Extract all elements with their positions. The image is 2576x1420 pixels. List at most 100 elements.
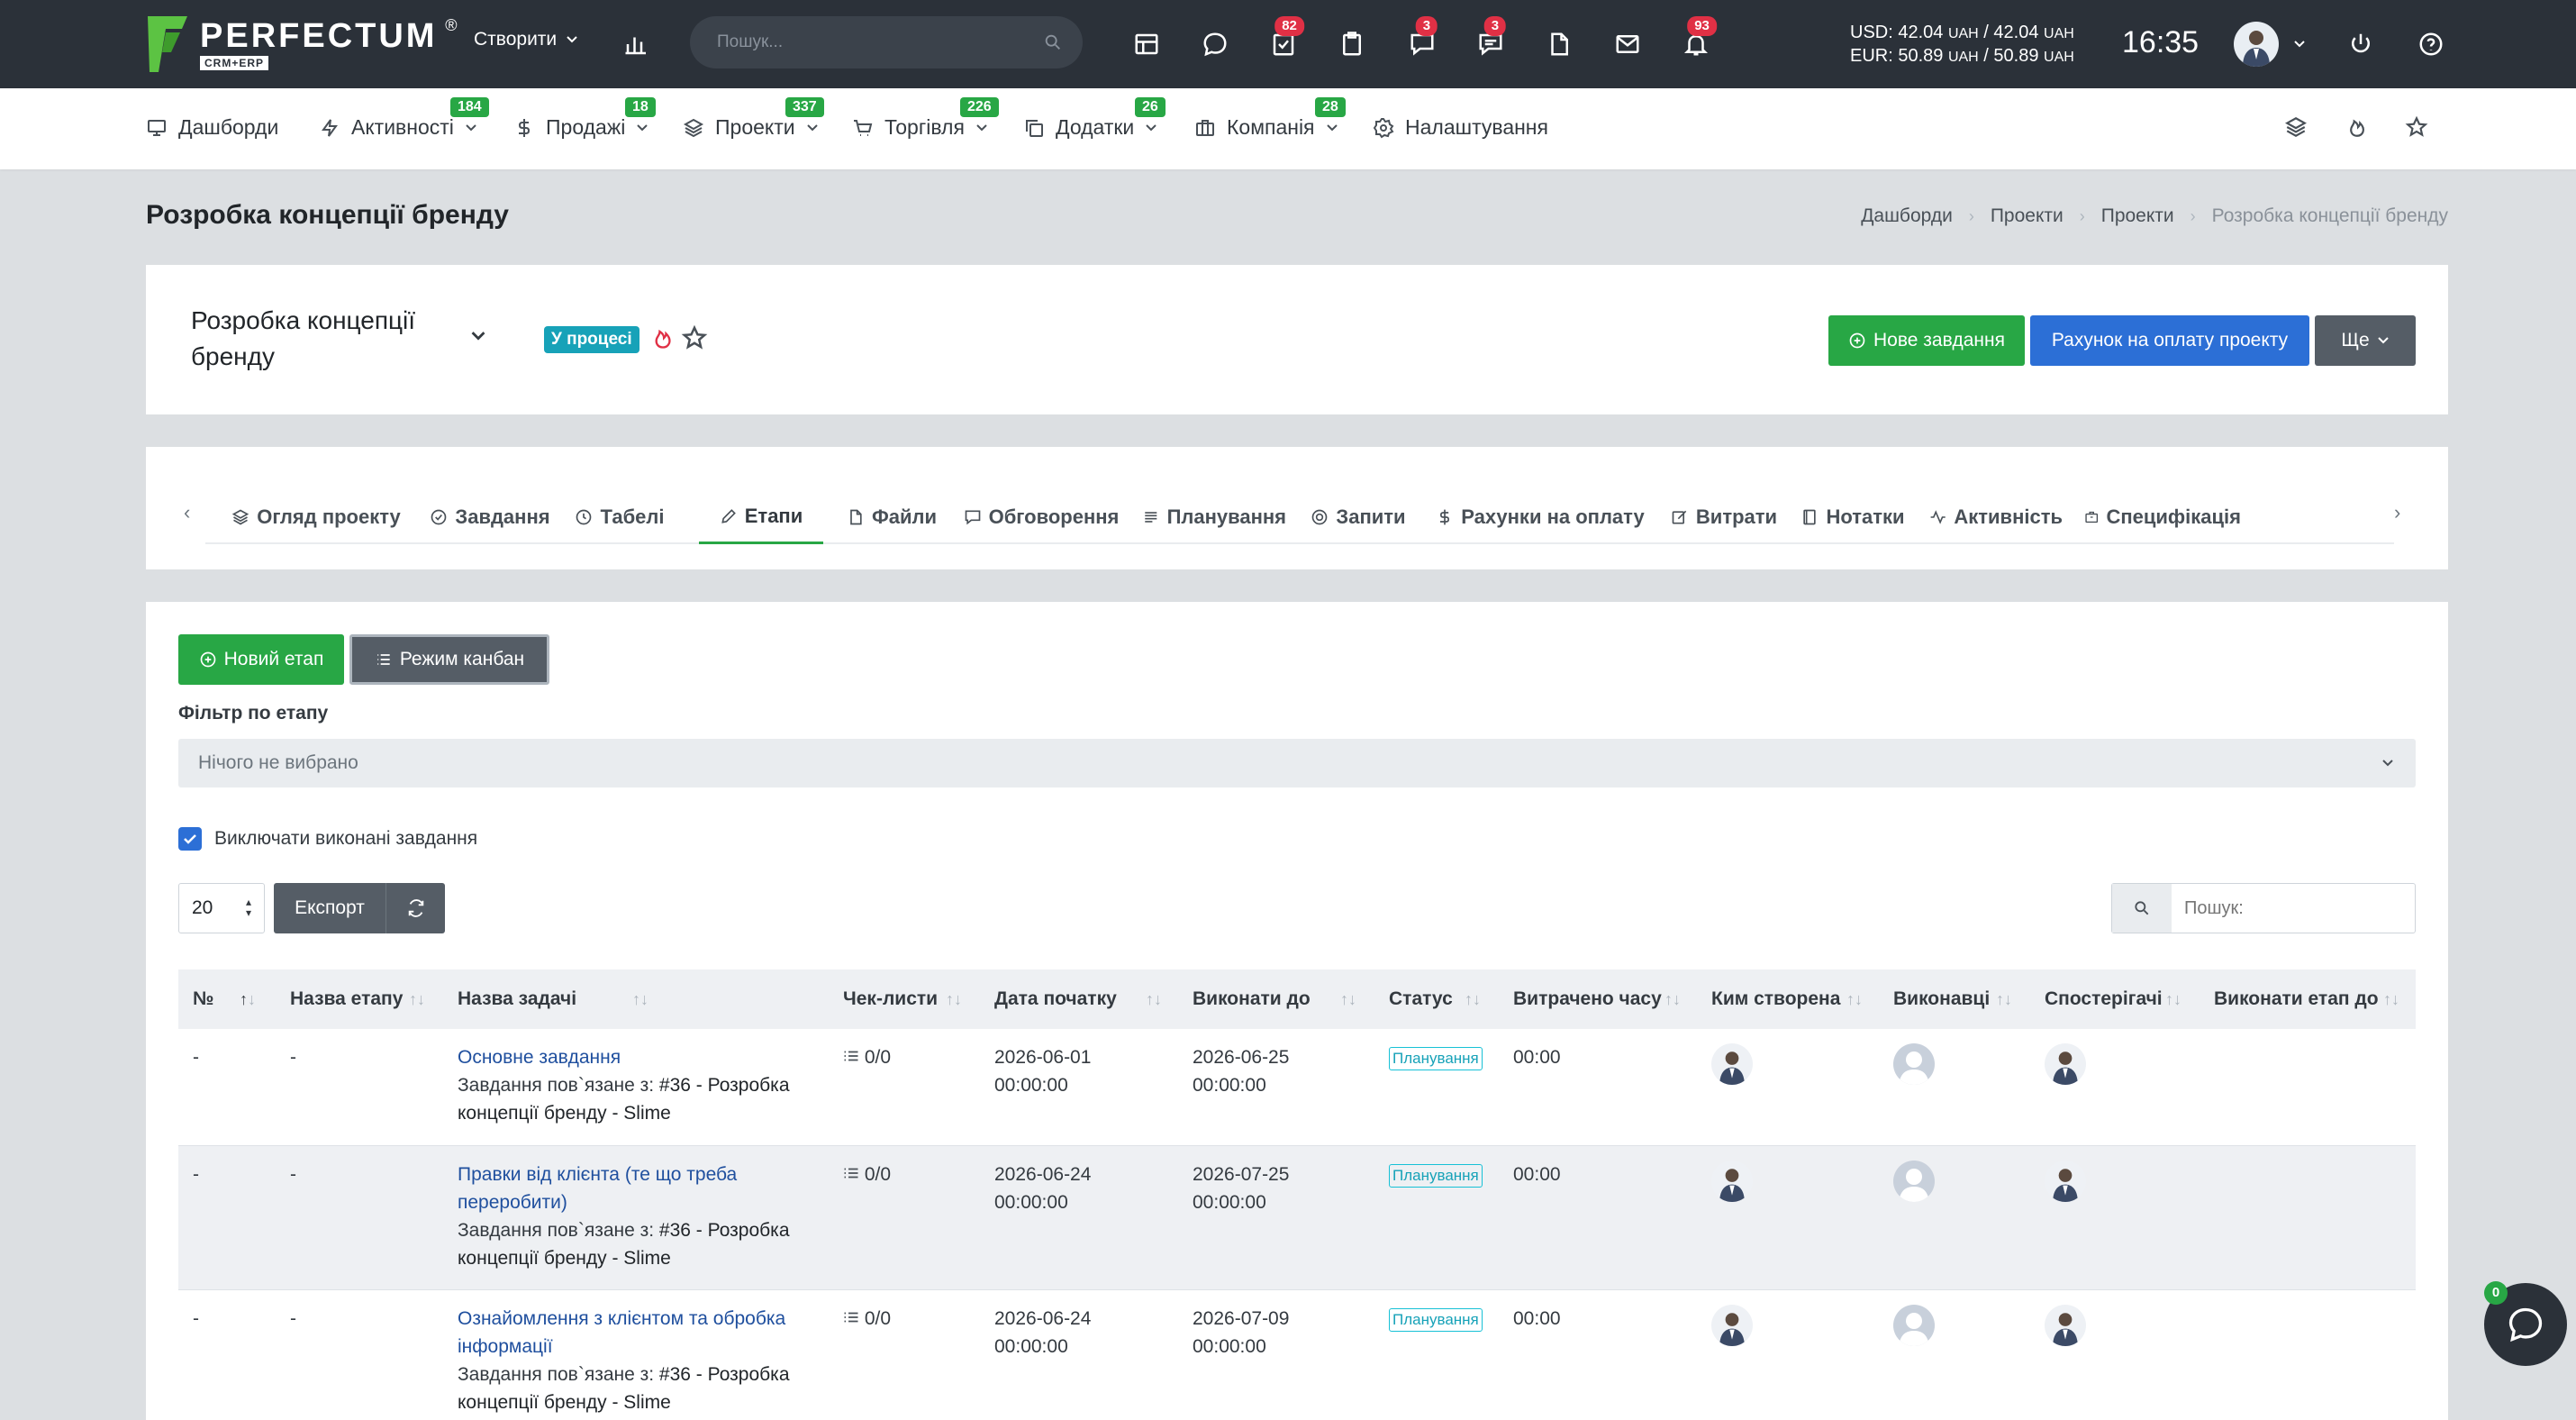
exclude-done-checkbox[interactable] <box>178 827 202 851</box>
stage-filter-select[interactable]: Нічого не вибрано <box>178 739 2416 787</box>
chat-bubble-icon[interactable] <box>1196 25 1234 63</box>
col-stage-name[interactable]: Назва етапу <box>290 969 403 1029</box>
project-invoice-button[interactable]: Рахунок на оплату проекту <box>2030 315 2309 366</box>
chat-icon[interactable]: 3 <box>1403 16 1441 63</box>
tabs-scroll-left-icon[interactable]: ‹ <box>184 501 190 524</box>
sort-icon[interactable]: ↑↓ <box>946 969 962 1029</box>
tab-expenses[interactable]: Витрати <box>1670 490 1778 544</box>
tasks-icon[interactable]: 82 <box>1265 16 1304 63</box>
col-created-by[interactable]: Ким створена <box>1711 969 1840 1029</box>
power-icon[interactable] <box>2342 25 2380 63</box>
sort-icon[interactable]: ↑↓ <box>632 969 649 1029</box>
breadcrumb-item[interactable]: Дашборди <box>1861 205 1953 227</box>
sort-icon[interactable]: ↑↓ <box>1846 969 1863 1029</box>
sort-icon[interactable]: ↑↓ <box>409 969 425 1029</box>
messages-icon[interactable]: 3 <box>1472 16 1510 63</box>
sort-icon[interactable]: ↑↓ <box>1465 969 1481 1029</box>
tab-activity[interactable]: Активність <box>1929 490 2063 544</box>
star-icon[interactable] <box>2405 115 2432 142</box>
tab-requests[interactable]: Запити <box>1306 490 1410 544</box>
col-watchers[interactable]: Спостерігачі <box>2045 969 2163 1029</box>
refresh-button[interactable] <box>385 883 445 933</box>
project-switch-chevron-icon[interactable] <box>470 328 486 344</box>
tab-planning[interactable]: Планування <box>1142 490 1286 544</box>
tab-notes[interactable]: Нотатки <box>1798 490 1908 544</box>
col-task-name[interactable]: Назва задачі <box>458 969 576 1029</box>
tab-overview[interactable]: Огляд проекту <box>223 490 409 544</box>
creator-avatar[interactable] <box>1711 1161 1753 1202</box>
creator-avatar[interactable] <box>1711 1305 1753 1346</box>
tab-stages[interactable]: Етапи <box>699 490 823 544</box>
sort-asc-icon[interactable]: ↑↓ <box>240 969 256 1029</box>
assignee-avatar[interactable] <box>1893 1305 1935 1346</box>
sort-icon[interactable]: ↑↓ <box>2165 969 2181 1029</box>
col-due-date[interactable]: Виконати до <box>1193 969 1311 1029</box>
row-checklist[interactable]: 0/0 <box>843 1043 891 1071</box>
breadcrumb-item[interactable]: Проекти <box>1991 205 2064 227</box>
assignee-avatar[interactable] <box>1893 1043 1935 1085</box>
document-icon[interactable] <box>1540 25 1578 63</box>
watcher-avatar[interactable] <box>2045 1161 2086 1202</box>
logo[interactable]: PERFECTUM ® CRM+ERP <box>146 13 457 76</box>
nav-item-sales[interactable]: Продажі 18 <box>513 97 656 140</box>
table-search-input[interactable] <box>2184 897 2400 920</box>
row-checklist[interactable]: 0/0 <box>843 1305 891 1333</box>
global-search-input[interactable] <box>717 29 1023 56</box>
bell-icon[interactable]: 93 <box>1677 16 1717 63</box>
nav-item-addons[interactable]: Додатки 26 <box>1023 97 1166 140</box>
tab-specification[interactable]: Специфікація <box>2084 490 2241 544</box>
task-link[interactable]: Правки від клієнта (те що треба перероби… <box>458 1164 737 1213</box>
col-assignees[interactable]: Виконавці <box>1893 969 1990 1029</box>
col-number[interactable]: № <box>193 969 213 1029</box>
tab-tasks[interactable]: Завдання <box>427 490 553 544</box>
creator-avatar[interactable] <box>1711 1043 1753 1085</box>
per-page-select[interactable]: 20 ▴ ▾ <box>178 883 265 933</box>
kanban-mode-button[interactable]: Режим канбан <box>349 634 549 685</box>
clipboard-icon[interactable] <box>1333 25 1371 63</box>
star-icon[interactable] <box>681 324 708 351</box>
col-time-spent[interactable]: Витрачено часу <box>1513 969 1662 1029</box>
nav-item-dashboards[interactable]: Дашборди <box>146 115 278 140</box>
task-link[interactable]: Основне завдання <box>458 1047 621 1068</box>
mail-icon[interactable] <box>1609 25 1646 63</box>
breadcrumb-item[interactable]: Проекти <box>2101 205 2174 227</box>
nav-item-projects[interactable]: Проекти 337 <box>683 97 824 140</box>
help-icon[interactable] <box>2412 25 2450 63</box>
new-stage-button[interactable]: Новий етап <box>178 634 344 685</box>
task-link[interactable]: Ознайомлення з клієнтом та обробка інфор… <box>458 1308 785 1357</box>
tab-timesheets[interactable]: Табелі <box>571 490 668 544</box>
col-stage-due[interactable]: Виконати етап до <box>2214 969 2379 1029</box>
more-button[interactable]: Ще <box>2315 315 2416 366</box>
stats-icon[interactable] <box>618 25 656 63</box>
nav-item-activities[interactable]: Активності 184 <box>319 97 489 140</box>
fire-icon[interactable] <box>2345 115 2372 142</box>
tab-invoices[interactable]: Рахунки на оплату <box>1432 490 1648 544</box>
sort-icon[interactable]: ↑↓ <box>1996 969 2012 1029</box>
nav-item-company[interactable]: Компанія 28 <box>1194 97 1346 140</box>
nav-item-settings[interactable]: Налаштування <box>1373 115 1548 140</box>
row-checklist[interactable]: 0/0 <box>843 1161 891 1188</box>
watcher-avatar[interactable] <box>2045 1043 2086 1085</box>
fire-icon[interactable] <box>650 324 676 351</box>
sort-icon[interactable]: ↑↓ <box>1340 969 1356 1029</box>
sort-icon[interactable]: ↑↓ <box>1664 969 1681 1029</box>
calendar-table-icon[interactable] <box>1128 25 1166 63</box>
sort-icon[interactable]: ↑↓ <box>1146 969 1162 1029</box>
tabs-scroll-right-icon[interactable]: › <box>2394 501 2400 524</box>
watcher-avatar[interactable] <box>2045 1305 2086 1346</box>
export-button[interactable]: Експорт <box>274 883 385 933</box>
global-search[interactable] <box>690 16 1083 68</box>
assignee-avatar[interactable] <box>1893 1161 1935 1202</box>
sort-icon[interactable]: ↑↓ <box>2383 969 2399 1029</box>
col-checklists[interactable]: Чек-листи <box>843 969 938 1029</box>
project-name[interactable]: Розробка концепції бренду <box>191 303 461 375</box>
user-menu-chevron-icon[interactable] <box>2293 38 2306 50</box>
tab-discussions[interactable]: Обговорення <box>962 490 1120 544</box>
create-menu[interactable]: Створити <box>474 29 578 50</box>
new-task-button[interactable]: Нове завдання <box>1828 315 2025 366</box>
col-start-date[interactable]: Дата початку <box>994 969 1117 1029</box>
user-avatar[interactable] <box>2234 22 2279 67</box>
nav-item-trade[interactable]: Торгівля 226 <box>852 97 999 140</box>
col-status[interactable]: Статус <box>1389 969 1453 1029</box>
layers-icon[interactable] <box>2284 115 2311 142</box>
